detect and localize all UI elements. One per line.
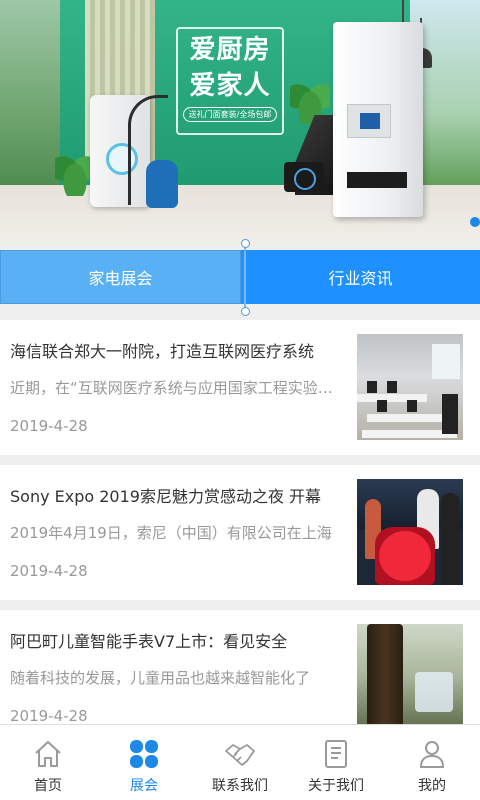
- tab-expo[interactable]: 家电展会: [0, 250, 241, 304]
- nav-item-profile[interactable]: 我的: [384, 725, 480, 800]
- news-title: 阿巴町儿童智能手表V7上市：看见安全: [10, 632, 288, 651]
- user-icon: [415, 737, 449, 771]
- news-title: Sony Expo 2019索尼魅力赏感动之夜 开幕: [10, 487, 322, 506]
- stove-image: [284, 162, 324, 192]
- news-thumbnail: [357, 334, 463, 440]
- banner-headline-line2: 爱家人: [189, 71, 271, 101]
- selection-handle-top[interactable]: [241, 239, 250, 248]
- nav-label: 展会: [130, 778, 158, 794]
- news-date: 2019-4-28: [10, 707, 88, 725]
- nav-item-home[interactable]: 首页: [0, 725, 96, 800]
- water-heater-image: [333, 22, 423, 217]
- tab-divider: [244, 243, 246, 311]
- banner-headline-line1: 爱厨房: [189, 35, 271, 65]
- clover-icon: [127, 737, 161, 771]
- news-item[interactable]: Sony Expo 2019索尼魅力赏感动之夜 开幕 2019年4月19日，索尼…: [0, 465, 480, 600]
- app-screen: 爱厨房 爱家人 送礼门面套装/全场包邮 家电展会 行业资讯 海信联合郑大一附院，…: [0, 0, 480, 800]
- banner-headline: 爱厨房 爱家人 送礼门面套装/全场包邮: [176, 27, 284, 135]
- news-summary: 近期，在“互联网医疗系统与应用国家工程实验室”: [10, 379, 340, 397]
- selection-handle-bottom[interactable]: [241, 307, 250, 316]
- nav-label: 联系我们: [212, 778, 268, 794]
- news-summary: 随着科技的发展，儿童用品也越来越智能化了: [10, 669, 311, 687]
- home-icon: [31, 737, 65, 771]
- news-date: 2019-4-28: [10, 562, 88, 580]
- bottom-nav: 首页 展会 联系我们 关于我们 我的: [0, 724, 480, 800]
- nav-item-about[interactable]: 关于我们: [288, 725, 384, 800]
- news-summary: 2019年4月19日，索尼（中国）有限公司在上海: [10, 524, 332, 542]
- news-list: 海信联合郑大一附院，打造互联网医疗系统 近期，在“互联网医疗系统与应用国家工程实…: [0, 320, 480, 755]
- news-thumbnail: [357, 479, 463, 585]
- news-thumbnail: [357, 624, 463, 730]
- nav-item-contact[interactable]: 联系我们: [192, 725, 288, 800]
- nav-label: 关于我们: [308, 778, 364, 794]
- nav-label: 我的: [418, 778, 446, 794]
- nav-item-expo[interactable]: 展会: [96, 725, 192, 800]
- news-title: 海信联合郑大一附院，打造互联网医疗系统: [10, 342, 315, 361]
- banner-carousel[interactable]: 爱厨房 爱家人 送礼门面套装/全场包邮: [0, 0, 480, 243]
- plant-decoration: [55, 150, 95, 196]
- news-date: 2019-4-28: [10, 417, 88, 435]
- document-icon: [319, 737, 353, 771]
- carousel-indicator-dot[interactable]: [470, 217, 480, 227]
- tab-industry-news[interactable]: 行业资讯: [241, 250, 480, 304]
- handshake-icon: [223, 737, 257, 771]
- nav-label: 首页: [34, 778, 62, 794]
- banner-tagline: 送礼门面套装/全场包邮: [182, 107, 278, 122]
- category-tabs: 家电展会 行业资讯: [0, 250, 480, 304]
- vacuum-image: [146, 160, 178, 208]
- news-item[interactable]: 海信联合郑大一附院，打造互联网医疗系统 近期，在“互联网医疗系统与应用国家工程实…: [0, 320, 480, 455]
